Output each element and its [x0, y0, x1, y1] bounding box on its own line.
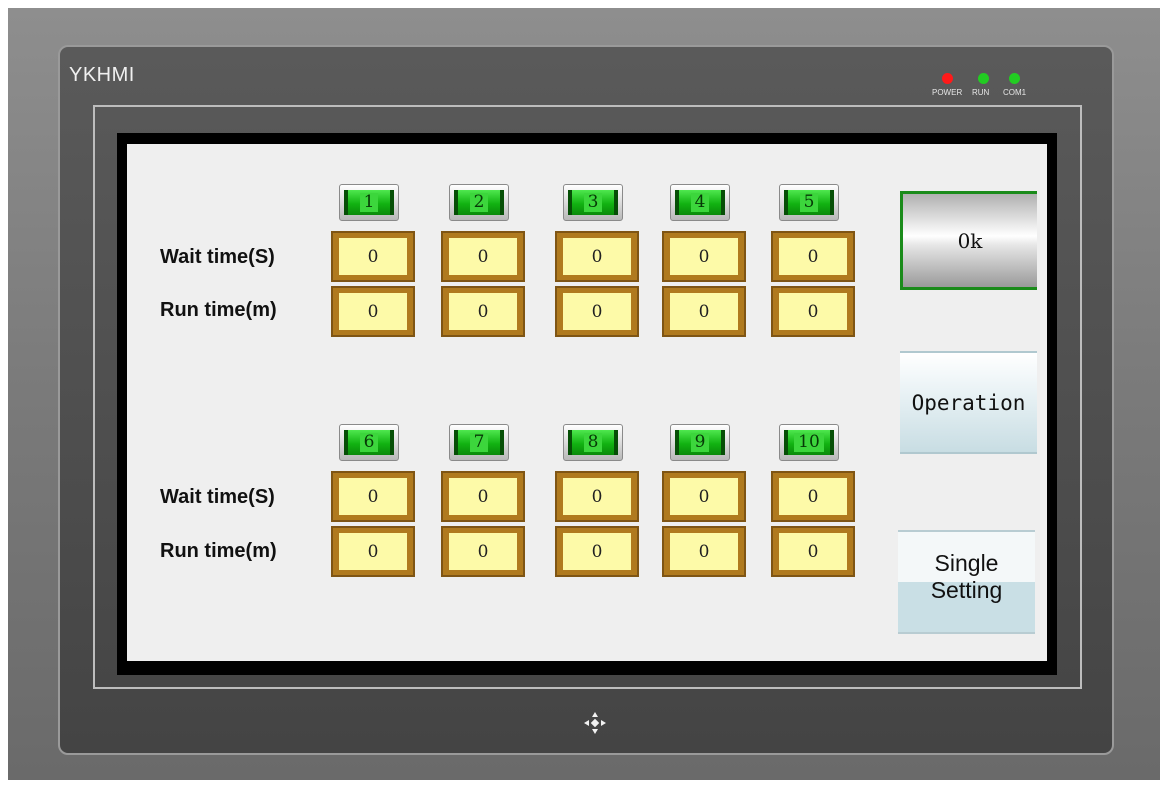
channel-button-1[interactable]: 1	[339, 184, 399, 221]
field-value: 0	[449, 533, 517, 570]
field-value: 0	[779, 478, 847, 515]
wait-time-field-8[interactable]: 0	[555, 471, 639, 522]
field-value: 0	[670, 478, 738, 515]
wait-time-field-4[interactable]: 0	[662, 231, 746, 282]
field-value: 0	[670, 293, 738, 330]
operation-button[interactable]: Operation	[900, 351, 1037, 454]
run-time-field-10[interactable]: 0	[771, 526, 855, 577]
field-value: 0	[449, 238, 517, 275]
channel-button-9[interactable]: 9	[670, 424, 730, 461]
field-value: 0	[563, 238, 631, 275]
field-value: 0	[339, 533, 407, 570]
run-time-field-8[interactable]: 0	[555, 526, 639, 577]
wait-time-field-10[interactable]: 0	[771, 471, 855, 522]
brand-logo: YKHMI	[69, 64, 135, 86]
com1-led	[1009, 73, 1020, 84]
wait-time-field-2[interactable]: 0	[441, 231, 525, 282]
field-value: 0	[339, 238, 407, 275]
channel-button-6[interactable]: 6	[339, 424, 399, 461]
wait-time-field-3[interactable]: 0	[555, 231, 639, 282]
run-time-label: Run time(m)	[160, 299, 277, 321]
channel-number: 7	[469, 433, 489, 452]
wait-time-label: Wait time(S)	[160, 246, 275, 268]
channel-button-3[interactable]: 3	[563, 184, 623, 221]
channel-number: 1	[359, 193, 379, 212]
channel-button-4[interactable]: 4	[670, 184, 730, 221]
run-time-field-4[interactable]: 0	[662, 286, 746, 337]
channel-button-2[interactable]: 2	[449, 184, 509, 221]
run-time-field-6[interactable]: 0	[331, 526, 415, 577]
power-led	[942, 73, 953, 84]
channel-button-8[interactable]: 8	[563, 424, 623, 461]
operation-button-label: Operation	[911, 390, 1026, 415]
run-time-field-1[interactable]: 0	[331, 286, 415, 337]
field-value: 0	[670, 533, 738, 570]
field-value: 0	[563, 533, 631, 570]
channel-button-5[interactable]: 5	[779, 184, 839, 221]
single-setting-line2: Setting	[930, 577, 1003, 603]
run-time-field-2[interactable]: 0	[441, 286, 525, 337]
run-led-label: RUN	[972, 88, 990, 97]
run-led	[978, 73, 989, 84]
field-value: 0	[779, 293, 847, 330]
run-time-label: Run time(m)	[160, 540, 277, 562]
channel-number: 2	[469, 193, 489, 212]
wait-time-field-5[interactable]: 0	[771, 231, 855, 282]
wait-time-field-1[interactable]: 0	[331, 231, 415, 282]
channel-button-7[interactable]: 7	[449, 424, 509, 461]
wait-time-label: Wait time(S)	[160, 486, 275, 508]
wait-time-field-9[interactable]: 0	[662, 471, 746, 522]
channel-number: 10	[794, 433, 824, 452]
run-time-field-7[interactable]: 0	[441, 526, 525, 577]
field-value: 0	[449, 293, 517, 330]
four-arrows-diamond-icon[interactable]	[583, 711, 607, 735]
field-value: 0	[779, 238, 847, 275]
channel-button-10[interactable]: 10	[779, 424, 839, 461]
field-value: 0	[339, 478, 407, 515]
field-value: 0	[563, 293, 631, 330]
ok-button-label: 0k	[957, 228, 983, 253]
field-value: 0	[563, 478, 631, 515]
run-time-field-5[interactable]: 0	[771, 286, 855, 337]
com1-led-label: COM1	[1003, 88, 1027, 97]
ok-button[interactable]: 0k	[900, 191, 1037, 290]
field-value: 0	[670, 238, 738, 275]
power-led-label: POWER	[932, 88, 963, 97]
wait-time-field-6[interactable]: 0	[331, 471, 415, 522]
single-setting-label: Single Setting	[898, 550, 1035, 604]
channel-number: 8	[583, 433, 603, 452]
channel-number: 3	[583, 193, 603, 212]
single-setting-button[interactable]: Single Setting	[898, 530, 1035, 634]
field-value: 0	[779, 533, 847, 570]
channel-number: 5	[799, 193, 819, 212]
run-time-field-3[interactable]: 0	[555, 286, 639, 337]
run-time-field-9[interactable]: 0	[662, 526, 746, 577]
channel-number: 9	[690, 433, 710, 452]
wait-time-field-7[interactable]: 0	[441, 471, 525, 522]
field-value: 0	[449, 478, 517, 515]
channel-number: 6	[359, 433, 379, 452]
single-setting-line1: Single	[934, 550, 999, 576]
channel-number: 4	[690, 193, 710, 212]
field-value: 0	[339, 293, 407, 330]
